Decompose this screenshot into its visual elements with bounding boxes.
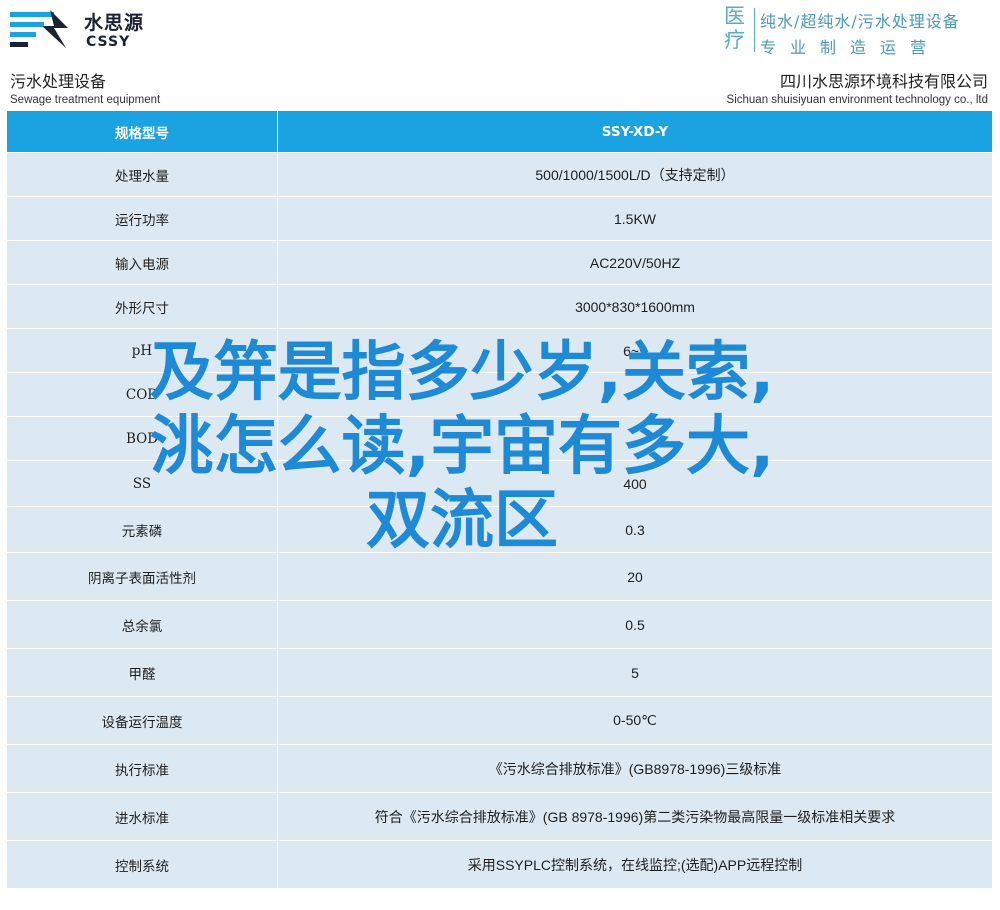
- row-label: 处理水量: [6, 152, 278, 197]
- product-title-en: Sewage treatment equipment: [10, 94, 161, 106]
- row-label: 阴离子表面活性剂: [6, 552, 278, 601]
- row-value: 0.5: [277, 600, 993, 649]
- brand-logo-icon: [10, 10, 68, 48]
- row-label: SS: [6, 460, 278, 507]
- product-title-cn: 污水处理设备: [10, 72, 107, 91]
- title-band: 污水处理设备 Sewage treatment equipment 四川水思源环…: [0, 62, 1000, 110]
- row-value: AC220V/50HZ: [277, 240, 993, 285]
- company-name-en: Sichuan shuisiyuan environment technolog…: [726, 94, 988, 106]
- row-label: 甲醛: [6, 648, 278, 697]
- slogan-block: 医 疗 纯水/超纯水/污水处理设备 专业制造运营: [724, 4, 996, 57]
- company-name-cn: 四川水思源环境科技有限公司: [779, 72, 988, 91]
- brand-name-cn: 水思源: [84, 12, 145, 34]
- table-header-value: SSY-XD-Y: [277, 110, 993, 153]
- row-value: 《污水综合排放标准》(GB8978-1996)三级标准: [277, 744, 993, 793]
- row-label: 运行功率: [6, 196, 278, 241]
- row-value: 采用SSYPLC控制系统，在线监控;(选配)APP远程控制: [277, 840, 993, 889]
- row-value: [277, 372, 993, 417]
- table-row: pH 6~9: [6, 328, 993, 373]
- table-row: COD: [6, 372, 993, 417]
- row-label: pH: [6, 328, 278, 373]
- table-row: SS 400: [6, 460, 993, 507]
- row-label: 元素磷: [6, 506, 278, 553]
- row-label: 设备运行温度: [6, 696, 278, 745]
- table-header-label: 规格型号: [6, 110, 278, 153]
- row-value: 400: [277, 460, 993, 507]
- slogan-line-2: 专业制造运营: [760, 38, 941, 57]
- table-row: 外形尺寸 3000*830*1600mm: [6, 284, 993, 329]
- table-row: 控制系统 采用SSYPLC控制系统，在线监控;(选配)APP远程控制: [6, 840, 993, 889]
- row-value: 符合《污水综合排放标准》(GB 8978-1996)第二类污染物最高限量一级标准…: [277, 792, 993, 841]
- row-value: 20: [277, 552, 993, 601]
- row-value: 0.3: [277, 506, 993, 553]
- row-label: 执行标准: [6, 744, 278, 793]
- row-value: 0-50℃: [277, 696, 993, 745]
- slogan-side-char-1: 医: [724, 4, 745, 28]
- brand-logo[interactable]: 水思源 CSSY: [6, 4, 156, 54]
- table-row: BOD: [6, 416, 993, 461]
- table-row: 输入电源 AC220V/50HZ: [6, 240, 993, 285]
- table-row: 执行标准 《污水综合排放标准》(GB8978-1996)三级标准: [6, 744, 993, 793]
- table-row: 进水标准 符合《污水综合排放标准》(GB 8978-1996)第二类污染物最高限…: [6, 792, 993, 841]
- row-label: 外形尺寸: [6, 284, 278, 329]
- table-row: 阴离子表面活性剂 20: [6, 552, 993, 601]
- slogan-line-1: 纯水/超纯水/污水处理设备: [760, 12, 960, 31]
- table-row: 设备运行温度 0-50℃: [6, 696, 993, 745]
- brand-name-en: CSSY: [86, 34, 131, 50]
- row-value: 500/1000/1500L/D（支持定制）: [277, 152, 993, 197]
- table-row: 元素磷 0.3: [6, 506, 993, 553]
- spec-table: 规格型号 SSY-XD-Y 处理水量 500/1000/1500L/D（支持定制…: [6, 110, 993, 889]
- row-label: 控制系统: [6, 840, 278, 889]
- table-row: 处理水量 500/1000/1500L/D（支持定制）: [6, 152, 993, 197]
- row-label: BOD: [6, 416, 278, 461]
- row-value: [277, 416, 993, 461]
- top-header: 水思源 CSSY 医 疗 纯水/超纯水/污水处理设备 专业制造运营: [0, 0, 1000, 58]
- table-row: 甲醛 5: [6, 648, 993, 697]
- table-row: 总余氯 0.5: [6, 600, 993, 649]
- slogan-side-char-2: 疗: [724, 28, 745, 52]
- row-label: 进水标准: [6, 792, 278, 841]
- row-value: 1.5KW: [277, 196, 993, 241]
- row-value: 6~9: [277, 328, 993, 373]
- row-label: COD: [6, 372, 278, 417]
- row-label: 输入电源: [6, 240, 278, 285]
- table-header-row: 规格型号 SSY-XD-Y: [6, 110, 993, 153]
- row-value: 3000*830*1600mm: [277, 284, 993, 329]
- table-row: 运行功率 1.5KW: [6, 196, 993, 241]
- row-label: 总余氯: [6, 600, 278, 649]
- slogan-side-text: 医 疗: [724, 4, 754, 56]
- slogan-divider: [754, 8, 755, 52]
- row-value: 5: [277, 648, 993, 697]
